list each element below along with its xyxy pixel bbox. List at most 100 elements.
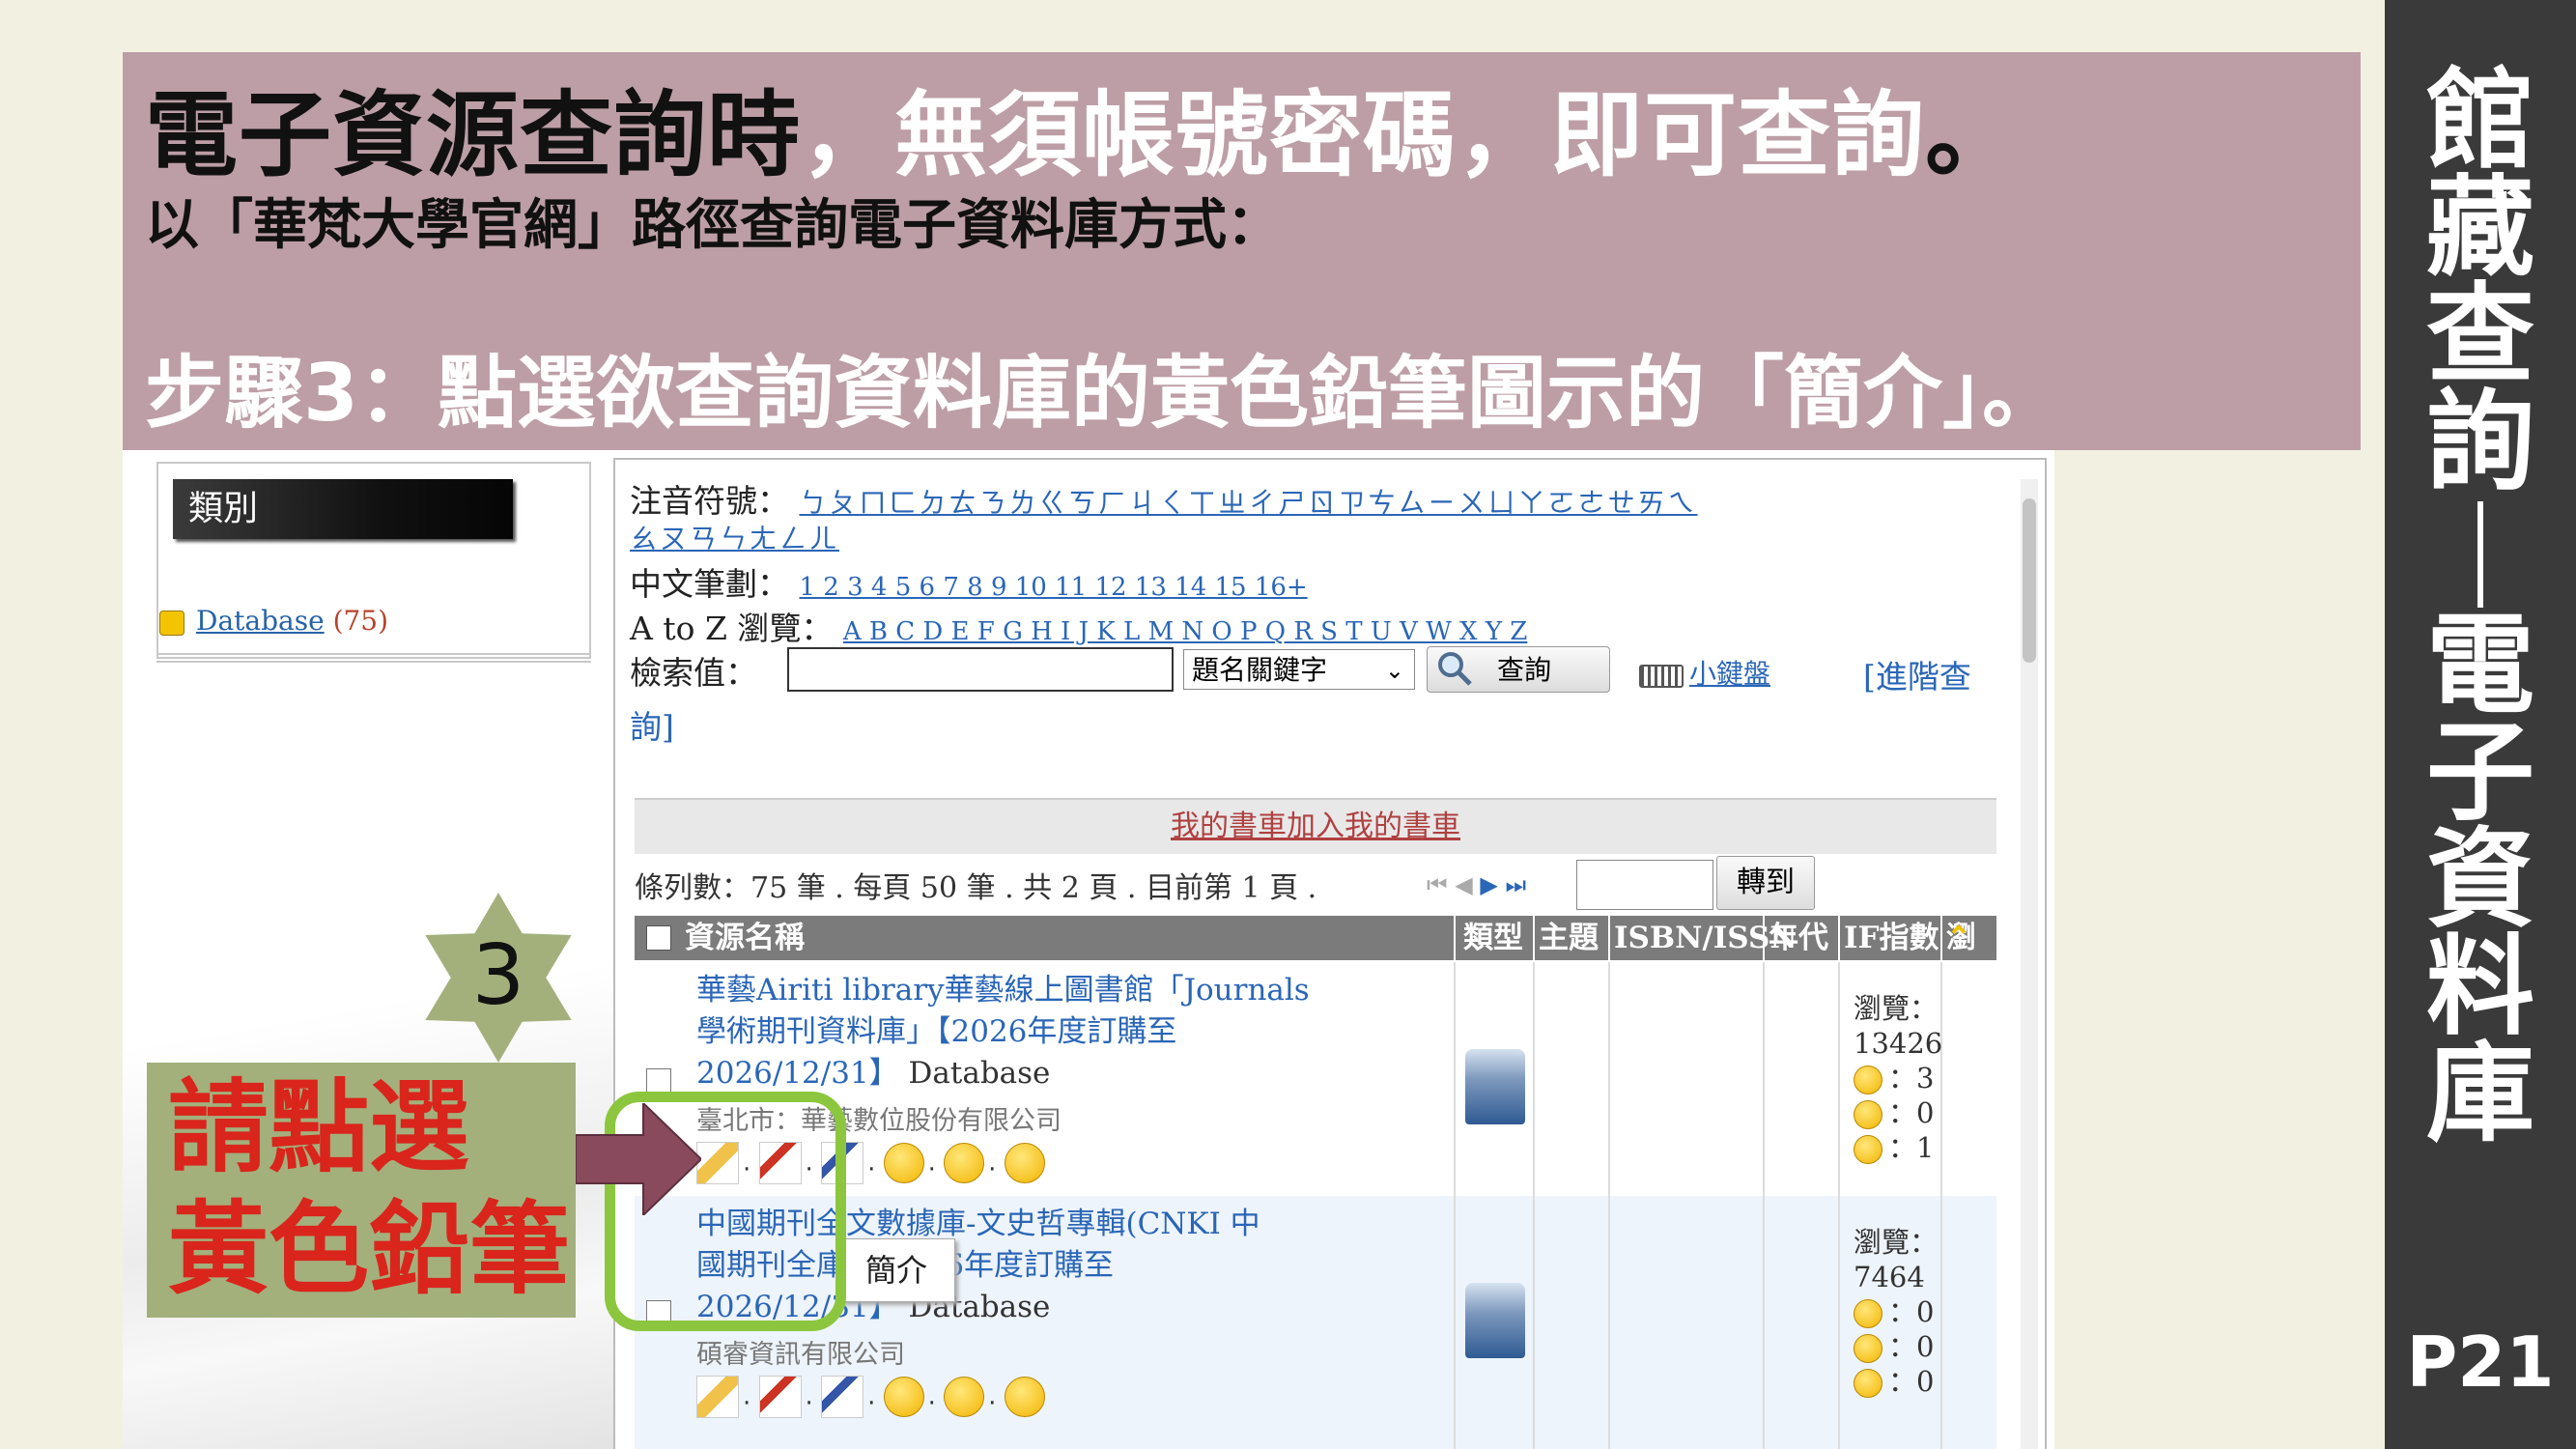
column-divider (1940, 916, 1942, 960)
strokes-links[interactable]: 1 2 3 4 5 6 7 8 9 10 11 12 13 14 15 16+ (800, 573, 1308, 602)
chevron-down-icon: ⌄ (1384, 657, 1404, 684)
search-icon (1438, 652, 1472, 686)
pencil-icon[interactable] (696, 1376, 739, 1418)
sidebar-char: 庫 (2426, 1032, 2534, 1157)
sidebar-char: 詢 (2426, 380, 2534, 505)
sad-icon[interactable] (1004, 1377, 1045, 1417)
sidebar-char: 資 (2426, 817, 2534, 943)
rating-count: ：0 (1888, 1365, 1935, 1398)
title-part-3: 即可查詢 (1550, 81, 1925, 189)
category-item-label: Database (196, 605, 325, 637)
row-checkbox[interactable] (646, 1068, 671, 1094)
advanced-search-link-2[interactable]: 詢] (630, 701, 674, 748)
column-divider (1533, 962, 1535, 1449)
smile-icon[interactable] (883, 1143, 924, 1183)
smile-icon[interactable] (883, 1377, 924, 1417)
prev-page-icon[interactable]: ◀ (1455, 871, 1472, 898)
col-type[interactable]: 類型 (1463, 916, 1523, 960)
first-page-icon[interactable]: ⏮ (1427, 871, 1448, 898)
result-actions: . . . . . (696, 1376, 1049, 1418)
next-page-icon[interactable]: ▶ (1480, 871, 1497, 898)
category-header: 類別 (173, 479, 513, 539)
sad-icon (1854, 1135, 1882, 1164)
neutral-icon[interactable] (944, 1143, 985, 1183)
category-divider (156, 653, 591, 663)
step-instruction: 步驟3：點選欲查詢資料庫的黃色鉛筆圖示的「簡介」。 (145, 348, 2062, 440)
column-divider (1454, 916, 1456, 960)
az-links[interactable]: A B C D E F G H I J K L M N O P Q R S T … (843, 617, 1527, 646)
sidebar-char: 電 (2426, 603, 2534, 728)
sad-icon[interactable] (1004, 1143, 1045, 1183)
sidebar-title: 館 藏 查 詢 電 子 資 料 庫 (2385, 67, 2576, 1157)
rating-count: ：0 (1888, 1295, 1935, 1328)
result-type: Database (908, 1056, 1051, 1091)
views-count: 7464 (1854, 1261, 1925, 1293)
rating-count: ：0 (1888, 1096, 1935, 1129)
category-item-database[interactable]: Database (75) (159, 605, 388, 637)
search-input[interactable] (787, 647, 1174, 692)
title-part-4: 。 (1925, 81, 2019, 189)
title-part-2: ，無須帳號密碼， (801, 81, 1550, 189)
column-divider (1533, 916, 1535, 960)
views-count: 13426 (1854, 1027, 1943, 1060)
column-divider (1838, 916, 1840, 960)
column-divider (1763, 962, 1765, 1449)
zhuyin-links-2[interactable]: ㄠㄡㄢㄣㄤㄥㄦ (630, 523, 839, 554)
sort-arrow-icon: ⌃ (1946, 921, 1971, 955)
database-icon (1465, 1049, 1525, 1124)
result-views: 瀏覽： 13426 ：3 ：0 ：1 (1854, 991, 1942, 1165)
search-button[interactable]: 查詢 (1427, 646, 1610, 693)
marc21-icon[interactable] (821, 1376, 864, 1418)
sidebar-char: 料 (2426, 924, 2534, 1050)
column-divider (1608, 962, 1610, 1449)
pager: ⏮ ◀ ▶ ⏭ (1427, 871, 1526, 898)
column-divider (1454, 962, 1456, 1449)
search-field-select[interactable]: 題名關鍵字 ⌄ (1183, 649, 1415, 690)
rating-count: ：0 (1888, 1330, 1935, 1363)
scrollbar-thumb[interactable] (2023, 498, 2036, 663)
col-subject[interactable]: 主題 (1539, 916, 1599, 960)
strokes-label: 中文筆劃： (630, 565, 789, 603)
result-views: 瀏覽： 7464 ：0 ：0 ：0 (1854, 1225, 1938, 1399)
search-button-label: 查詢 (1497, 654, 1552, 686)
col-resource-name[interactable]: 資源名稱 (685, 916, 805, 960)
callout-text: 請點選 黃色鉛筆 (168, 1066, 570, 1310)
advanced-search-link[interactable]: [進階查 (1863, 651, 1971, 697)
sad-icon (1854, 1369, 1882, 1398)
last-page-icon[interactable]: ⏭ (1505, 871, 1526, 898)
zhuyin-row: 注音符號： ㄅㄆㄇㄈㄉㄊㄋㄌㄍㄎㄏㄐㄑㄒㄓㄔㄕㄖㄗㄘㄙㄧㄨㄩㄚㄛㄜㄝㄞㄟ (630, 475, 1698, 522)
strokes-row: 中文筆劃： 1 2 3 4 5 6 7 8 9 10 11 12 13 14 1… (630, 558, 1308, 605)
neutral-icon (1854, 1334, 1882, 1363)
col-if[interactable]: IF指數 (1844, 916, 1939, 960)
slide-subtitle: 以「華梵大學官網」路徑查詢電子資料庫方式： (145, 194, 1281, 257)
column-divider (1838, 962, 1840, 1449)
goto-page-input[interactable] (1576, 860, 1713, 910)
az-label: A to Z 瀏覽： (630, 610, 834, 647)
smile-icon (1854, 1299, 1882, 1328)
result-title[interactable]: 華藝Airiti library華藝線上圖書館「Journals 學術期刊資料庫」… (696, 970, 1310, 1094)
goto-button[interactable]: 轉到 (1716, 856, 1815, 910)
add-to-cart-link[interactable]: 我的書車加入我的書車 (635, 798, 1996, 854)
results-table-header: 資源名稱 類型 主題 ISBN/ISSN 年代 IF指數 瀏覽⌃ (635, 916, 1996, 1000)
col-year[interactable]: 年代 (1769, 916, 1828, 960)
keyboard-link[interactable]: 小鍵盤 (1639, 653, 1770, 692)
zhuyin-links[interactable]: ㄅㄆㄇㄈㄉㄊㄋㄌㄍㄎㄏㄐㄑㄒㄓㄔㄕㄖㄗㄘㄙㄧㄨㄩㄚㄛㄜㄝㄞㄟ (800, 487, 1698, 519)
column-divider (1763, 916, 1765, 960)
views-label: 瀏覽： (1854, 1226, 1939, 1259)
callout-line: 黃色鉛筆 (168, 1190, 571, 1308)
sidebar-char: 藏 (2426, 165, 2534, 291)
select-all-checkbox[interactable] (646, 925, 671, 951)
neutral-icon[interactable] (944, 1377, 985, 1417)
sidebar-char: 子 (2426, 710, 2534, 836)
keyboard-label: 小鍵盤 (1689, 658, 1771, 690)
az-row: A to Z 瀏覽： A B C D E F G H I J K L M N O… (630, 603, 1527, 649)
title-line: 學術期刊資料庫」【2026年度訂購至 (696, 1014, 1177, 1049)
search-label: 檢索值： (630, 654, 757, 692)
cmarc-icon[interactable] (758, 1376, 802, 1418)
category-item-count: (75) (332, 605, 389, 637)
page-number: P21 (2406, 1321, 2555, 1403)
intro-tooltip: 簡介 (837, 1238, 955, 1302)
smile-icon (1854, 1065, 1882, 1094)
result-count: 條列數：75 筆 . 每頁 50 筆 . 共 2 頁 . 目前第 1 頁 . (635, 871, 1317, 905)
zhuyin-row-2: ㄠㄡㄢㄣㄤㄥㄦ (630, 518, 839, 556)
